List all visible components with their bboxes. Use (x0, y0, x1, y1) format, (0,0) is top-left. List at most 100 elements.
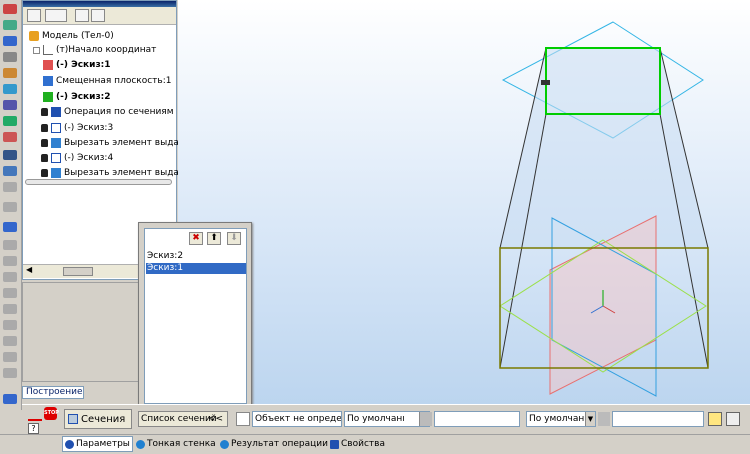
create-object-icon[interactable] (28, 413, 42, 421)
section-list-field[interactable]: Список сечений << (138, 411, 228, 427)
move-down-button[interactable]: ⬇ (227, 232, 241, 245)
default-dropdown-2[interactable]: По умолчанı ▼ (526, 411, 596, 427)
features-tool-icon[interactable] (3, 150, 17, 160)
result-icon (220, 439, 229, 449)
plane-icon (43, 76, 53, 86)
tree-item-label: (-) Эскиз:1 (56, 60, 111, 70)
dropdown-arrow-icon[interactable]: ▼ (585, 412, 595, 426)
tab-operation-result[interactable]: Результат операции (220, 436, 328, 452)
compact-toolbar (0, 0, 22, 410)
tree-filter-icon[interactable] (27, 9, 41, 22)
array-tool-icon[interactable] (3, 182, 17, 192)
macro-tool-icon[interactable] (3, 352, 17, 362)
collapse-button[interactable]: << (208, 412, 223, 426)
sketch-icon (51, 153, 61, 163)
library-tool-icon[interactable] (3, 336, 17, 346)
section-list-item[interactable]: Эскиз:2 (146, 251, 246, 262)
scroll-thumb[interactable] (63, 267, 93, 276)
extrude-cut-icon (51, 168, 61, 178)
pipe-tool-icon[interactable] (3, 272, 17, 282)
symbol-tool-icon[interactable] (3, 52, 17, 62)
param-icon-2[interactable] (598, 412, 610, 426)
tree-item-label: Вырезать элемент выда (64, 168, 179, 178)
tree-item-label: (т)Начало координат (56, 45, 157, 55)
tab-parameters[interactable]: Параметры (62, 436, 133, 452)
direction-icon[interactable] (708, 412, 722, 426)
tree-item-origin[interactable]: (т)Начало координат (33, 43, 181, 57)
mate-tool-icon[interactable] (3, 288, 17, 298)
sections-tab[interactable]: Сечения (64, 409, 132, 429)
tree-item-label: Вырезать элемент выда (64, 138, 179, 148)
delete-section-button[interactable]: ✖ (189, 232, 203, 245)
lock-icon (41, 108, 48, 116)
auxiliary-tool-icon[interactable] (3, 202, 17, 212)
tab-thin-wall[interactable]: Тонкая стенка (136, 436, 216, 452)
tree-show-icon[interactable] (75, 9, 89, 22)
tree-item-sketch-1[interactable]: (-) Эскиз:1 (43, 58, 191, 72)
fastener-tool-icon[interactable] (3, 304, 17, 314)
section-list-item-selected[interactable]: Эскиз:1 (146, 263, 246, 274)
tab-label: Результат операции (231, 439, 328, 449)
tab-label: Свойства (341, 439, 385, 449)
tree-item-extrude-cut-1[interactable]: Вырезать элемент выда (41, 136, 189, 150)
tree-inner-scrollbar[interactable] (25, 179, 172, 185)
param-icon-1[interactable] (420, 412, 432, 426)
param-field-2[interactable] (612, 411, 704, 427)
dimension-tool-icon[interactable] (3, 36, 17, 46)
tree-structure-icon[interactable] (45, 9, 67, 22)
curve-tool-icon[interactable] (3, 20, 17, 30)
assembly-tool-icon[interactable] (3, 256, 17, 266)
sections-icon (68, 414, 78, 424)
stop-icon[interactable]: STOP (44, 407, 59, 420)
model-viewport[interactable] (178, 0, 750, 404)
extrude-cut-icon (51, 138, 61, 148)
render-tool-icon[interactable] (3, 368, 17, 378)
tab-build[interactable]: Построение (22, 386, 84, 399)
lock-icon (41, 139, 48, 147)
expand-plus-icon[interactable] (33, 46, 40, 54)
default-1-value: По умолчанı (347, 414, 405, 424)
loft-icon (51, 107, 61, 117)
reverse-icon[interactable] (726, 412, 740, 426)
help-icon[interactable]: ? (28, 423, 39, 434)
property-bar: STOP ? Сечения Список сечений << Объект … (22, 404, 750, 434)
check-tool-icon[interactable] (3, 320, 17, 330)
measure-tool-icon[interactable] (3, 68, 17, 78)
tree-item-label: Модель (Тел-0) (42, 31, 114, 41)
model-3d-view (499, 21, 709, 397)
tree-table-icon[interactable] (91, 9, 105, 22)
view-tool-icon[interactable] (3, 394, 17, 404)
sketch-tool-icon[interactable] (3, 4, 17, 14)
tree-item-loft[interactable]: Операция по сечениям (41, 105, 189, 119)
sketch-icon (43, 60, 53, 70)
sheet-tool-icon[interactable] (3, 240, 17, 250)
parameters-icon (65, 439, 74, 449)
filter-tool-icon[interactable] (3, 84, 17, 94)
tree-item-sketch-4[interactable]: (-) Эскиз:4 (41, 151, 189, 165)
tree-item-model[interactable]: Модель (Тел-0) (29, 29, 177, 43)
selection-marker (541, 80, 550, 85)
move-up-button[interactable]: ⬆ (207, 232, 221, 245)
tree-item-sketch-3[interactable]: (-) Эскиз:3 (41, 121, 189, 135)
lock-icon (41, 154, 48, 162)
object-icon[interactable] (236, 412, 250, 426)
tree-item-extrude-cut-2[interactable]: Вырезать элемент выда (41, 166, 189, 180)
model-icon (29, 31, 39, 41)
tree-item-label: (-) Эскиз:2 (56, 92, 111, 102)
tab-label: Тонкая стенка (147, 439, 216, 449)
body-tool-icon[interactable] (3, 222, 17, 232)
edit-tool-icon[interactable] (3, 132, 17, 142)
param-field-1[interactable] (434, 411, 520, 427)
tree-item-offset-plane[interactable]: Смещенная плоскость:1 (43, 74, 191, 88)
tree-item-label: Операция по сечениям (64, 107, 174, 117)
tree-item-sketch-2[interactable]: (-) Эскиз:2 (43, 90, 191, 104)
object-field[interactable]: Объект не опреде (252, 411, 342, 427)
section-list-popup: ✖ ⬆ ⬇ Эскиз:2 Эскиз:1 (138, 222, 252, 408)
spec-tool-icon[interactable] (3, 100, 17, 110)
default-dropdown-1[interactable]: По умолчанı ▼ (344, 411, 430, 427)
surface-tool-icon[interactable] (3, 166, 17, 176)
scroll-left-icon[interactable]: ◀ (26, 265, 32, 274)
lock-icon (41, 169, 48, 177)
tab-properties[interactable]: Свойства (330, 436, 385, 452)
report-tool-icon[interactable] (3, 116, 17, 126)
